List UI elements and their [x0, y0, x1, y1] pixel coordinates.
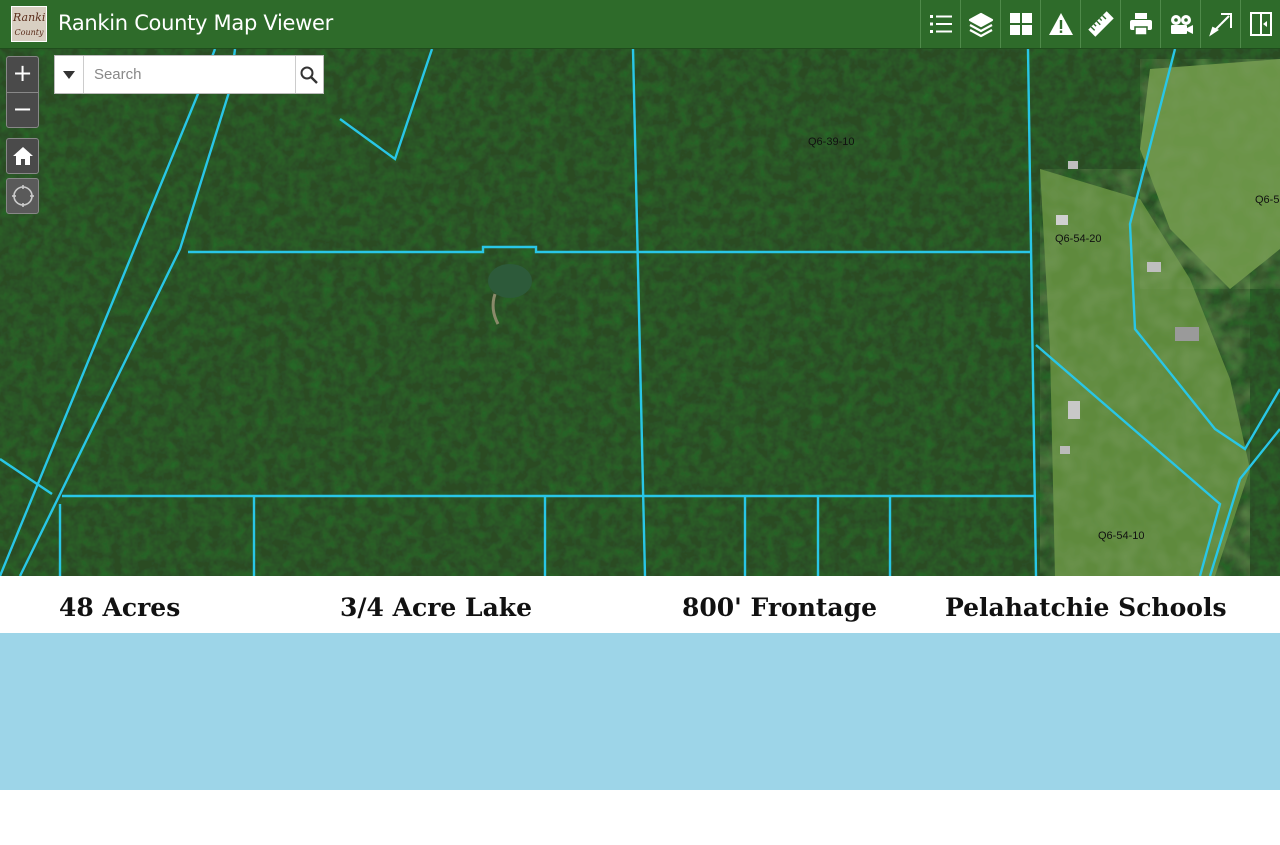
logo-text-2: County [14, 28, 44, 37]
film-button[interactable] [1160, 0, 1200, 48]
property-features: 48 Acres 3/4 Acre Lake 800' Frontage Pel… [0, 576, 1280, 633]
feature-acres: 48 Acres [59, 593, 181, 622]
county-logo[interactable]: Rankin County [11, 6, 47, 42]
feature-schools: Pelahatchie Schools [945, 593, 1227, 622]
aerial-imagery [0, 49, 1280, 576]
parcel-label: Q6-5 [1255, 194, 1280, 206]
draw-icon [1208, 13, 1232, 37]
split-view-icon [1249, 12, 1272, 36]
home-button[interactable] [6, 138, 39, 174]
basemap-gallery-icon [1009, 13, 1032, 35]
measure-icon [1087, 11, 1114, 37]
app-header: Rankin County Rankin County Map Viewer [0, 0, 1280, 49]
layers-icon [968, 12, 993, 38]
split-view-button[interactable] [1240, 0, 1280, 48]
search-widget [54, 55, 324, 94]
feature-lake: 3/4 Acre Lake [340, 593, 533, 622]
print-button[interactable] [1120, 0, 1160, 48]
color-band [0, 633, 1280, 790]
film-icon [1170, 15, 1193, 34]
warning-icon [1048, 13, 1073, 35]
caret-down-icon [62, 70, 75, 79]
parcel-label: Q6-54-20 [1055, 233, 1102, 245]
zoom-control: + − [6, 56, 39, 128]
legend-icon [929, 15, 952, 33]
search-source-dropdown[interactable] [55, 56, 84, 93]
search-icon [300, 66, 319, 84]
home-icon [12, 147, 33, 165]
basemap-gallery-button[interactable] [1000, 0, 1040, 48]
zoom-in-button[interactable]: + [7, 57, 38, 93]
toolbar [920, 0, 1280, 48]
legend-button[interactable] [920, 0, 960, 48]
draw-button[interactable] [1200, 0, 1240, 48]
parcel-label: Q6-54-10 [1098, 530, 1145, 542]
locate-icon [11, 185, 34, 207]
measure-button[interactable] [1080, 0, 1120, 48]
feature-frontage: 800' Frontage [682, 593, 878, 622]
search-input[interactable] [83, 56, 295, 93]
alert-button[interactable] [1040, 0, 1080, 48]
parcel-label: Q6-39-10 [808, 136, 855, 148]
app-title: Rankin County Map Viewer [58, 11, 333, 35]
layers-button[interactable] [960, 0, 1000, 48]
locate-button[interactable] [6, 178, 39, 214]
map-view[interactable]: Q6-39-10 Q6-54-20 Q6-54-10 Q6-5 [0, 49, 1280, 576]
print-icon [1129, 13, 1152, 36]
search-button[interactable] [294, 56, 323, 93]
logo-text-1: Rankin [13, 11, 46, 24]
zoom-out-button[interactable]: − [7, 93, 38, 128]
